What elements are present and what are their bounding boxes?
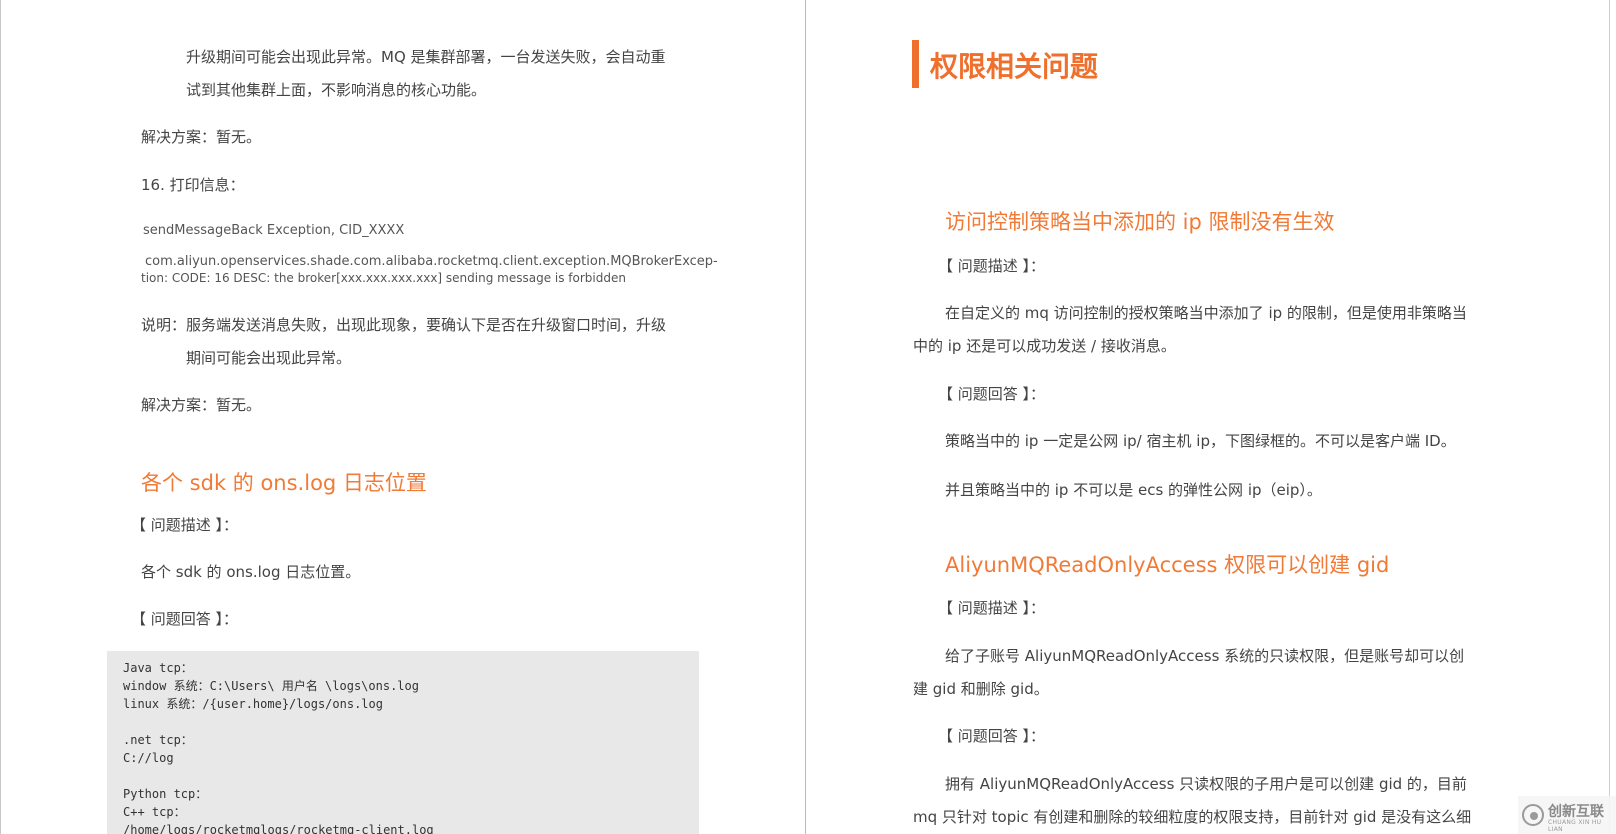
explain-line2: 期间可能会出现此异常。 (186, 349, 352, 367)
heading-ip-restriction: 访问控制策略当中添加的 ip 限制没有生效 (945, 210, 1335, 234)
question-answer-label: 【 问题回答 】： (131, 610, 239, 628)
answer-2-line2: mq 只针对 topic 有创建和删除的较细粒度的权限支持，目前针对 gid 是… (913, 808, 1472, 826)
question-desc-label-1: 【 问题描述 】： (938, 257, 1046, 275)
solution-text-2: 解决方案：暂无。 (141, 396, 262, 414)
question-answer-label-1: 【 问题回答 】： (938, 385, 1046, 403)
log-line-class-1: com.aliyun.openservices.shade.com.alibab… (145, 254, 718, 269)
code-line: Java tcp： (123, 661, 193, 675)
explain-line1: 说明：服务端发送消息失败，出现此现象，要确认下是否在升级窗口时间，升级 (141, 316, 667, 334)
section-accent-bar (912, 40, 919, 88)
code-line: linux 系统：/{user.home}/logs/ons.log (123, 697, 383, 711)
code-line: C++ tcp： (123, 805, 186, 819)
para-upgrade-line1: 升级期间可能会出现此异常。MQ 是集群部署，一台发送失败，会自动重 (186, 48, 666, 66)
code-line: window 系统：C:\Users\ 用户名 \logs\ons.log (123, 679, 419, 693)
question-desc-label: 【 问题描述 】： (131, 516, 239, 534)
log-line-class-2: tion: CODE: 16 DESC: the broker[xxx.xxx.… (141, 271, 626, 285)
code-block: Java tcp： window 系统：C:\Users\ 用户名 \logs\… (107, 651, 699, 834)
watermark-logo-icon (1522, 804, 1544, 826)
right-page-edge (1609, 0, 1610, 834)
item-16-label: 16. 打印信息： (141, 176, 245, 194)
watermark-text: 创新互联 (1548, 804, 1604, 820)
question-desc-label-2: 【 问题描述 】： (938, 599, 1046, 617)
heading-readonly-access: AliyunMQReadOnlyAccess 权限可以创建 gid (945, 553, 1390, 577)
right-page: 权限相关问题 访问控制策略当中添加的 ip 限制没有生效 【 问题描述 】： 在… (806, 0, 1616, 834)
desc-2-line2: 建 gid 和删除 gid。 (913, 680, 1049, 698)
watermark-subtext: CHUANG XIN HU LIAN (1548, 819, 1602, 833)
heading-ons-log: 各个 sdk 的 ons.log 日志位置 (141, 471, 427, 495)
answer-1a: 策略当中的 ip 一定是公网 ip/ 宿主机 ip，下图绿框的。不可以是客户端 … (945, 432, 1456, 450)
question-desc-text: 各个 sdk 的 ons.log 日志位置。 (141, 563, 361, 581)
question-answer-label-2: 【 问题回答 】： (938, 727, 1046, 745)
para-upgrade-line2: 试到其他集群上面，不影响消息的核心功能。 (186, 81, 487, 99)
left-page: 升级期间可能会出现此异常。MQ 是集群部署，一台发送失败，会自动重 试到其他集群… (0, 0, 805, 834)
watermark: 创新互联 CHUANG XIN HU LIAN (1518, 796, 1616, 834)
log-line-exception: sendMessageBack Exception, CID_XXXX (143, 223, 405, 238)
code-line: Python tcp： (123, 787, 208, 801)
answer-1b: 并且策略当中的 ip 不可以是 ecs 的弹性公网 ip（eip）。 (945, 481, 1322, 499)
section-title: 权限相关问题 (930, 50, 1099, 83)
solution-text-1: 解决方案：暂无。 (141, 128, 262, 146)
code-line: .net tcp： (123, 733, 193, 747)
code-line: C://log (123, 751, 174, 765)
code-line: /home/logs/rocketmqlogs/rocketmq-client.… (123, 823, 434, 834)
desc-2-line1: 给了子账号 AliyunMQReadOnlyAccess 系统的只读权限，但是账… (945, 647, 1465, 665)
desc-1-line2: 中的 ip 还是可以成功发送 / 接收消息。 (913, 337, 1176, 355)
answer-2-line1: 拥有 AliyunMQReadOnlyAccess 只读权限的子用户是可以创建 … (945, 775, 1467, 793)
desc-1-line1: 在自定义的 mq 访问控制的授权策略当中添加了 ip 的限制，但是使用非策略当 (945, 304, 1467, 322)
